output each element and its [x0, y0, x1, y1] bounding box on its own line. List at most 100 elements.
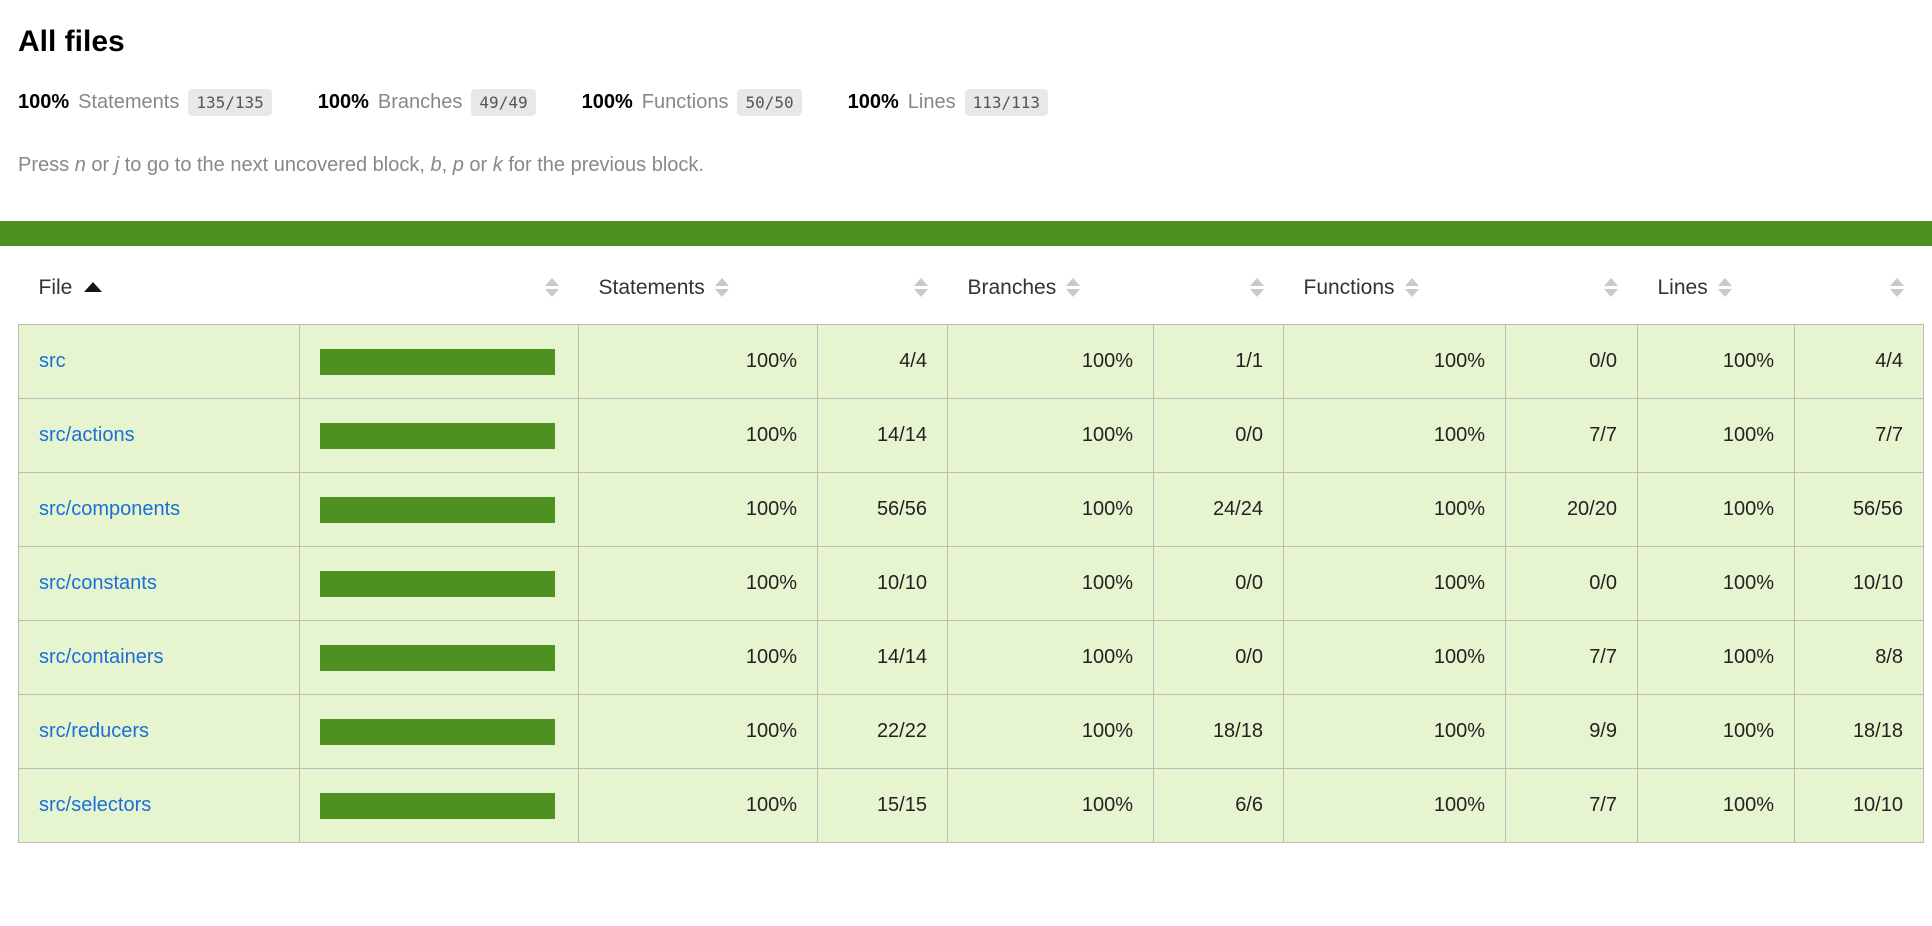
cell-lines_pct: 100%	[1638, 473, 1795, 547]
sort-ascending-icon[interactable]	[84, 282, 102, 292]
cell-lines_pct: 100%	[1638, 695, 1795, 769]
cell-branches_raw: 0/0	[1154, 547, 1284, 621]
metric-label: Branches	[378, 88, 463, 116]
coverage-bar	[320, 571, 555, 597]
sorter-icon[interactable]	[1604, 277, 1618, 298]
coverage-bar	[320, 793, 555, 819]
sorter-icon[interactable]	[545, 277, 559, 298]
file-link[interactable]: src	[39, 350, 66, 372]
cell-statements_raw: 4/4	[818, 325, 948, 399]
table-row: src/constants100%10/10100%0/0100%0/0100%…	[19, 547, 1924, 621]
coverage-summary-table: File Statements Branches Functions Lines src…	[18, 246, 1924, 843]
cell-branches_raw: 0/0	[1154, 621, 1284, 695]
cell-statements_pct: 100%	[579, 325, 818, 399]
coverage-bar	[320, 497, 555, 523]
col-header-lines_pct[interactable]: Lines	[1638, 246, 1795, 325]
metric-pct: 100%	[848, 88, 899, 116]
cell-branches_pct: 100%	[948, 695, 1154, 769]
cell-functions_pct: 100%	[1284, 473, 1506, 547]
sorter-icon[interactable]	[1066, 277, 1080, 298]
metric-branches: 100%Branches49/49	[318, 88, 536, 116]
cell-pic	[300, 325, 579, 399]
col-header-file[interactable]: File	[19, 246, 300, 325]
cell-statements_pct: 100%	[579, 621, 818, 695]
table-row: src/components100%56/56100%24/24100%20/2…	[19, 473, 1924, 547]
cell-functions_raw: 7/7	[1506, 769, 1638, 843]
hint-text: to go to the next uncovered block,	[119, 154, 430, 176]
col-header-branches_raw[interactable]	[1154, 246, 1284, 325]
metric-fraction-badge: 135/135	[188, 89, 271, 116]
keyboard-hint: Press n or j to go to the next uncovered…	[18, 154, 1914, 177]
hint-key: n	[75, 154, 86, 176]
cell-file: src/constants	[19, 547, 300, 621]
cell-branches_pct: 100%	[948, 547, 1154, 621]
col-header-pic[interactable]	[300, 246, 579, 325]
cell-functions_raw: 7/7	[1506, 399, 1638, 473]
page-title: All files	[18, 24, 1914, 60]
coverage-bar	[320, 645, 555, 671]
col-header-label: Statements	[599, 276, 705, 299]
sorter-icon[interactable]	[1890, 277, 1904, 298]
sorter-icon[interactable]	[1250, 277, 1264, 298]
cell-statements_pct: 100%	[579, 769, 818, 843]
metric-label: Statements	[78, 88, 179, 116]
file-link[interactable]: src/components	[39, 498, 180, 520]
metric-label: Lines	[908, 88, 956, 116]
cell-lines_pct: 100%	[1638, 769, 1795, 843]
file-link[interactable]: src/reducers	[39, 720, 149, 742]
coverage-bar-fill	[320, 793, 555, 819]
cell-lines_raw: 10/10	[1795, 547, 1924, 621]
cell-pic	[300, 547, 579, 621]
cell-functions_raw: 7/7	[1506, 621, 1638, 695]
file-link[interactable]: src/containers	[39, 646, 164, 668]
table-body: src100%4/4100%1/1100%0/0100%4/4src/actio…	[19, 325, 1924, 843]
col-header-functions_raw[interactable]	[1506, 246, 1638, 325]
col-header-statements_raw[interactable]	[818, 246, 948, 325]
col-header-functions_pct[interactable]: Functions	[1284, 246, 1506, 325]
metric-pct: 100%	[582, 88, 633, 116]
sorter-icon[interactable]	[914, 277, 928, 298]
cell-lines_raw: 4/4	[1795, 325, 1924, 399]
cell-statements_pct: 100%	[579, 399, 818, 473]
file-link[interactable]: src/selectors	[39, 794, 151, 816]
sorter-icon[interactable]	[1405, 277, 1419, 298]
metric-functions: 100%Functions50/50	[582, 88, 802, 116]
table-row: src100%4/4100%1/1100%0/0100%4/4	[19, 325, 1924, 399]
table-row: src/actions100%14/14100%0/0100%7/7100%7/…	[19, 399, 1924, 473]
cell-pic	[300, 621, 579, 695]
cell-branches_raw: 18/18	[1154, 695, 1284, 769]
cell-branches_pct: 100%	[948, 621, 1154, 695]
metric-label: Functions	[642, 88, 729, 116]
cell-statements_raw: 10/10	[818, 547, 948, 621]
cell-lines_pct: 100%	[1638, 325, 1795, 399]
sorter-icon[interactable]	[715, 277, 729, 298]
hint-text: or	[86, 154, 115, 176]
cell-functions_pct: 100%	[1284, 769, 1506, 843]
sorter-icon[interactable]	[1718, 277, 1732, 298]
cell-functions_pct: 100%	[1284, 621, 1506, 695]
file-link[interactable]: src/constants	[39, 572, 157, 594]
coverage-bar	[320, 719, 555, 745]
cell-pic	[300, 695, 579, 769]
col-header-label: Functions	[1304, 276, 1395, 299]
cell-branches_raw: 0/0	[1154, 399, 1284, 473]
cell-branches_raw: 6/6	[1154, 769, 1284, 843]
cell-statements_pct: 100%	[579, 547, 818, 621]
metric-lines: 100% Lines 113/113	[848, 88, 1048, 116]
col-header-lines_raw[interactable]	[1795, 246, 1924, 325]
cell-statements_raw: 15/15	[818, 769, 948, 843]
col-header-statements_pct[interactable]: Statements	[579, 246, 818, 325]
cell-branches_pct: 100%	[948, 399, 1154, 473]
col-header-branches_pct[interactable]: Branches	[948, 246, 1154, 325]
cell-statements_raw: 14/14	[818, 621, 948, 695]
file-link[interactable]: src/actions	[39, 424, 135, 446]
col-header-label: Lines	[1658, 276, 1708, 299]
cell-statements_pct: 100%	[579, 473, 818, 547]
metric-fraction-badge: 113/113	[965, 89, 1048, 116]
metric-statements: 100%Statements135/135	[18, 88, 272, 116]
cell-pic	[300, 769, 579, 843]
cell-file: src/selectors	[19, 769, 300, 843]
cell-branches_raw: 1/1	[1154, 325, 1284, 399]
coverage-report-page: All files 100%Statements135/135100%Branc…	[0, 24, 1932, 843]
cell-file: src/containers	[19, 621, 300, 695]
